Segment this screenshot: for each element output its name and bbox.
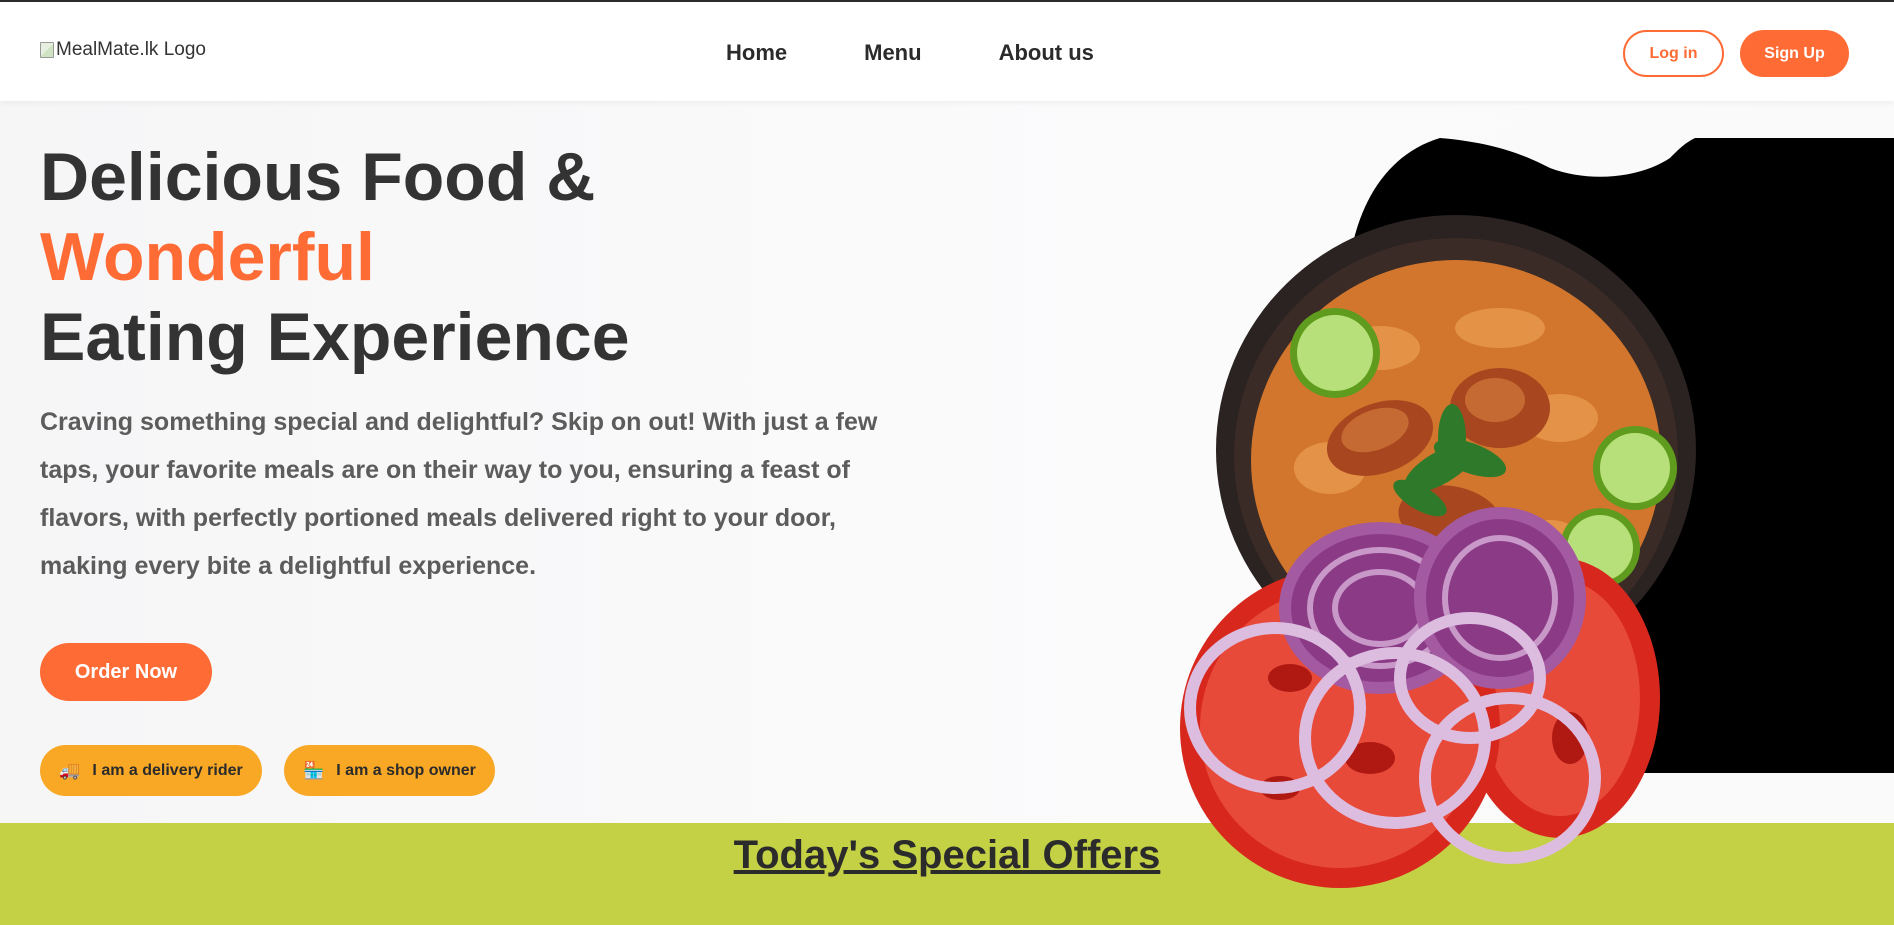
- hero-food-image: [1180, 138, 1894, 888]
- nav-home[interactable]: Home: [726, 40, 787, 66]
- hero-title-line-1: Delicious Food &: [40, 139, 596, 215]
- navbar: MealMate.lk Logo Home Menu About us Log …: [0, 0, 1894, 101]
- logo[interactable]: MealMate.lk Logo: [40, 39, 206, 61]
- shop-icon: 🏪: [303, 760, 325, 780]
- hero-title-accent: Wonderful: [40, 219, 375, 295]
- logo-alt-text: MealMate.lk Logo: [56, 39, 206, 60]
- signup-button[interactable]: Sign Up: [1740, 30, 1849, 77]
- main-nav: Home Menu About us: [726, 40, 1094, 66]
- shop-owner-label: I am a shop owner: [336, 761, 476, 779]
- order-now-button[interactable]: Order Now: [40, 643, 212, 701]
- shop-owner-button[interactable]: 🏪 I am a shop owner: [284, 745, 495, 796]
- nav-about-us[interactable]: About us: [999, 40, 1094, 66]
- delivery-truck-icon: 🚚: [59, 760, 81, 780]
- hero-title: Delicious Food & Wonderful Eating Experi…: [40, 137, 630, 377]
- hero-title-line-3: Eating Experience: [40, 299, 630, 375]
- delivery-rider-button[interactable]: 🚚 I am a delivery rider: [40, 745, 262, 796]
- login-button[interactable]: Log in: [1623, 30, 1724, 77]
- delivery-rider-label: I am a delivery rider: [92, 761, 243, 779]
- broken-image-icon: [40, 42, 54, 58]
- nav-menu[interactable]: Menu: [864, 40, 921, 66]
- page: MealMate.lk Logo Home Menu About us Log …: [0, 0, 1894, 925]
- hero-description: Craving something special and delightful…: [40, 408, 878, 580]
